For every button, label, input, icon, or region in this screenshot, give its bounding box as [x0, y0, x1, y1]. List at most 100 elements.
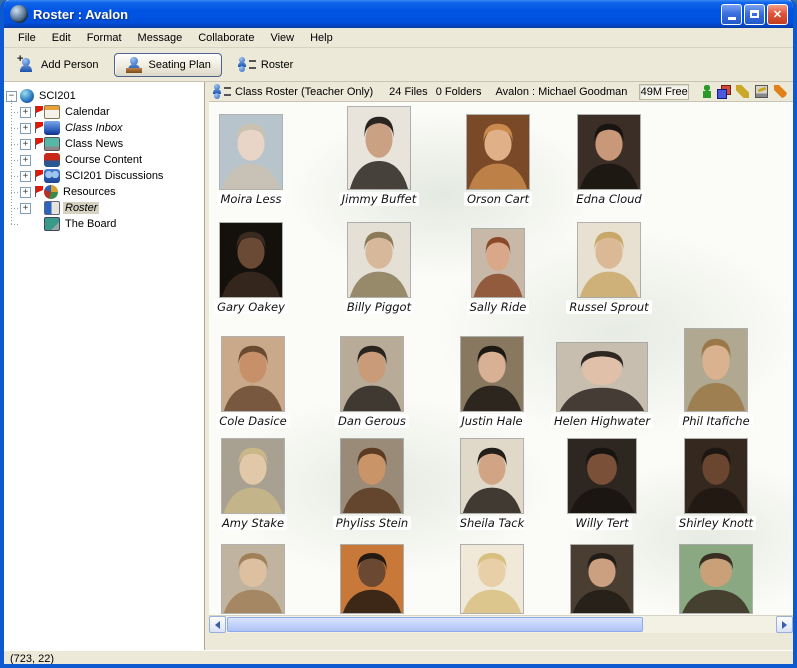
expand-icon[interactable]: +	[20, 107, 31, 118]
minimize-button[interactable]	[721, 4, 742, 25]
student-card[interactable]: Dan Gerous	[330, 336, 414, 428]
tree-item-the-board[interactable]: The Board	[20, 216, 204, 232]
student-name: Willy Tert	[572, 516, 631, 530]
expand-icon[interactable]: +	[20, 171, 31, 182]
expand-icon[interactable]: +	[20, 187, 31, 198]
student-card[interactable]: Sheila Tack	[450, 438, 534, 530]
student-name: Gary Oakey	[214, 300, 288, 314]
student-card[interactable]: Willy Tert	[560, 438, 644, 530]
student-name: Dan Gerous	[335, 414, 409, 428]
roster-grid: Moira Less Jimmy Buffet Orson Cart Edna …	[209, 102, 793, 615]
student-name: Sheila Tack	[457, 516, 528, 530]
scroll-left-button[interactable]	[209, 616, 226, 633]
tree-item-roster[interactable]: + Roster	[20, 200, 204, 216]
tree-label-calendar: Calendar	[63, 106, 112, 118]
tree-item-calendar[interactable]: + Calendar	[20, 104, 204, 120]
student-photo	[684, 328, 748, 412]
student-name: Sally Ride	[467, 300, 530, 314]
student-card[interactable]: Sam Widge	[330, 544, 414, 615]
expand-icon[interactable]: +	[20, 155, 31, 166]
student-card[interactable]: Phyliss Stein	[330, 438, 414, 530]
unread-flag-icon	[34, 138, 43, 149]
toolbar: + Add Person Seating Plan Roster	[4, 48, 793, 82]
expand-icon[interactable]: +	[20, 203, 31, 214]
sidebar-tree: − SCI201 + Calendar + Class Inbox	[4, 82, 205, 650]
horizontal-scrollbar[interactable]	[209, 615, 793, 633]
edit-pencil-icon[interactable]	[736, 85, 749, 98]
menu-format[interactable]: Format	[79, 30, 130, 46]
tree-item-resources[interactable]: + Resources	[20, 184, 204, 200]
student-card[interactable]: Shirley Knott	[674, 438, 758, 530]
scroll-right-button[interactable]	[776, 616, 793, 633]
scrollbar-thumb[interactable]	[227, 617, 643, 632]
seating-plan-icon	[125, 57, 143, 73]
student-card[interactable]: Aydon Marquis	[674, 544, 758, 615]
student-card[interactable]: Cole Dasice	[211, 336, 295, 428]
student-name: Orson Cart	[464, 192, 532, 206]
roster-icon	[238, 57, 256, 73]
student-card[interactable]: Dee Zaster	[450, 544, 534, 615]
student-name: Shirley Knott	[676, 516, 756, 530]
student-card[interactable]: Justin Hale	[450, 336, 534, 428]
student-name: Justin Hale	[458, 414, 525, 428]
approve-stamp-icon[interactable]	[755, 85, 768, 98]
seating-plan-button[interactable]: Seating Plan	[114, 53, 221, 77]
tree-item-class-inbox[interactable]: + Class Inbox	[20, 120, 204, 136]
files-count: 24 Files	[389, 86, 428, 98]
content-pane: Class Roster (Teacher Only) 24 Files 0 F…	[209, 82, 793, 650]
student-card[interactable]: Gary Oakey	[209, 222, 293, 314]
tree-item-course-content[interactable]: + Course Content	[20, 152, 204, 168]
student-card[interactable]: Phil Itafiche	[674, 328, 758, 428]
course-globe-icon	[20, 89, 34, 103]
tree-item-discussions[interactable]: + SCI201 Discussions	[20, 168, 204, 184]
online-person-icon[interactable]	[703, 85, 711, 98]
student-card[interactable]: Billy Piggot	[337, 222, 421, 314]
tree-item-sci201[interactable]: − SCI201	[6, 88, 204, 104]
menu-file[interactable]: File	[10, 30, 44, 46]
add-person-button[interactable]: + Add Person	[18, 57, 98, 73]
tree-item-class-news[interactable]: + Class News	[20, 136, 204, 152]
student-photo	[340, 438, 404, 514]
roster-row: Megan Bacon Sam Widge Dee Zaster Laura N…	[209, 544, 793, 615]
student-card[interactable]: Sally Ride	[456, 228, 540, 314]
expand-icon[interactable]: +	[20, 123, 31, 134]
student-card[interactable]: Edna Cloud	[567, 114, 651, 206]
calendar-icon	[44, 105, 60, 119]
tree-label-class-inbox: Class Inbox	[63, 122, 124, 134]
student-card[interactable]: Laura Norder	[560, 544, 644, 615]
student-photo	[219, 114, 283, 190]
student-card[interactable]: Orson Cart	[456, 114, 540, 206]
window-title: Roster : Avalon	[33, 7, 721, 22]
student-photo	[679, 544, 753, 614]
close-button[interactable]: ✕	[767, 4, 788, 25]
folders-count: 0 Folders	[436, 86, 482, 98]
student-card[interactable]: Helen Highwater	[560, 342, 644, 428]
roster-row: Gary Oakey Billy Piggot Sally Ride Russe…	[209, 222, 793, 314]
menu-edit[interactable]: Edit	[44, 30, 79, 46]
student-card[interactable]: Jimmy Buffet	[337, 106, 421, 206]
permissions-icon[interactable]	[717, 85, 730, 98]
menu-view[interactable]: View	[262, 30, 302, 46]
free-space-indicator: 49M Free	[639, 84, 689, 100]
unread-flag-icon	[34, 186, 43, 197]
student-photo	[471, 228, 525, 298]
main-split: − SCI201 + Calendar + Class Inbox	[4, 82, 793, 650]
student-card[interactable]: Amy Stake	[211, 438, 295, 530]
maximize-button[interactable]	[744, 4, 765, 25]
student-card[interactable]: Russel Sprout	[567, 222, 651, 314]
menu-collaborate[interactable]: Collaborate	[190, 30, 262, 46]
student-name: Cole Dasice	[216, 414, 289, 428]
student-card[interactable]: Moira Less	[209, 114, 293, 206]
signature-pen-icon[interactable]	[774, 85, 787, 98]
menubar: File Edit Format Message Collaborate Vie…	[4, 28, 793, 48]
expand-icon[interactable]: +	[20, 139, 31, 150]
student-name: Billy Piggot	[344, 300, 414, 314]
student-card[interactable]: Megan Bacon	[211, 544, 295, 615]
inbox-icon	[44, 121, 60, 135]
roster-button[interactable]: Roster	[238, 57, 293, 73]
resources-icon	[44, 185, 58, 199]
menu-message[interactable]: Message	[130, 30, 191, 46]
student-photo	[347, 106, 411, 190]
student-photo	[577, 222, 641, 298]
menu-help[interactable]: Help	[302, 30, 341, 46]
